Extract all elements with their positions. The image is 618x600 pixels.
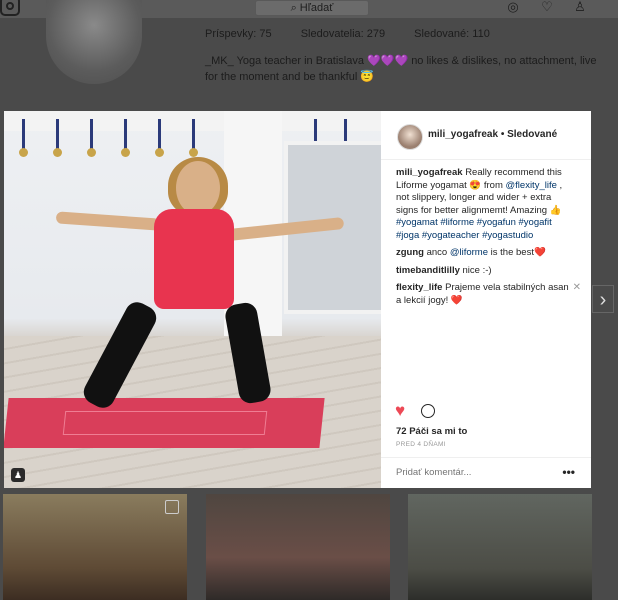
search-input[interactable]: ⌕ Hľadať [255, 0, 369, 16]
search-icon: ⌕ [290, 2, 300, 14]
person-left-arm [55, 211, 161, 231]
comment-item: zgung anco @liforme is the best❤️ [396, 247, 576, 260]
add-comment-input[interactable] [396, 467, 546, 478]
comment-username[interactable]: flexity_life [396, 282, 442, 293]
photo-medal [155, 119, 164, 157]
chevron-right-icon[interactable]: › [592, 285, 614, 313]
followers-count[interactable]: Sledovatelia: 279 [301, 28, 385, 40]
photo-medal [19, 119, 28, 157]
more-options-button[interactable]: ••• [562, 465, 575, 479]
post-photo[interactable]: ♟ [4, 111, 381, 488]
comment-username[interactable]: zgung [396, 247, 424, 258]
comment-text: anco [426, 247, 450, 258]
person-head [176, 161, 220, 215]
grid-post-thumbnail[interactable] [206, 494, 390, 600]
caption: mili_yogafreak Really recommend this Lif… [396, 167, 576, 242]
person-icon[interactable]: ♙ [573, 0, 587, 14]
comment-bubble-icon[interactable] [421, 404, 435, 418]
comment-text: nice :-) [462, 264, 492, 276]
post-date: PRED 4 DŇAMI [396, 441, 446, 448]
profile-stats: Príspevky: 75 Sledovatelia: 279 Sledovan… [205, 28, 516, 40]
comment-text-cont: is the best❤️ [488, 247, 546, 258]
search-placeholder: Hľadať [299, 2, 334, 14]
photo-medal [53, 119, 62, 157]
close-icon[interactable]: ✕ [573, 282, 581, 295]
photo-medal [189, 119, 198, 157]
likes-count[interactable]: 72 Páči sa mi to [396, 426, 467, 437]
grid-post-thumbnail[interactable] [3, 494, 187, 600]
multi-photo-icon [165, 500, 179, 514]
follow-status[interactable]: • Sledované [501, 129, 557, 140]
grid-post-thumbnail[interactable] [408, 494, 592, 600]
instagram-logo-icon[interactable] [0, 0, 20, 16]
caption-hashtags[interactable]: #yogamat #liforme #yogafun #yogafit #jog… [396, 217, 552, 241]
author-avatar[interactable] [397, 124, 423, 150]
person-shirt [154, 209, 234, 309]
profile-avatar[interactable] [46, 0, 142, 84]
comment-composer: ••• [381, 457, 591, 489]
comment-item: timebanditlilly nice :-) [396, 265, 576, 278]
heart-filled-icon[interactable]: ♥ [395, 402, 405, 420]
photo-medal [121, 119, 130, 157]
caption-username[interactable]: mili_yogafreak [396, 167, 463, 178]
post-modal: ♟ mili_yogafreak • Sledované mili_yogafr… [4, 111, 591, 488]
caption-mention[interactable]: @flexity_life [506, 180, 557, 191]
comment-mention[interactable]: @liforme [450, 247, 488, 258]
heart-icon[interactable]: ♡ [540, 0, 554, 14]
following-count[interactable]: Sledované: 110 [414, 28, 490, 40]
comment-item: flexity_life Prajeme vela stabilných asa… [396, 282, 581, 307]
profile-bio: _MK_ Yoga teacher in Bratislava 💜💜💜 no l… [205, 55, 597, 83]
yoga-mat-markings [62, 411, 268, 435]
tagged-user-icon[interactable]: ♟ [11, 468, 25, 482]
compass-icon[interactable]: ◎ [506, 0, 520, 14]
photo-medal [87, 119, 96, 157]
author-username[interactable]: mili_yogafreak [428, 129, 498, 140]
comments-list: mili_yogafreak Really recommend this Lif… [396, 167, 581, 312]
posts-count[interactable]: Príspevky: 75 [205, 28, 272, 40]
comment-username[interactable]: timebanditlilly [396, 265, 460, 276]
post-sidebar: mili_yogafreak • Sledované mili_yogafrea… [381, 111, 591, 488]
post-header: mili_yogafreak • Sledované [381, 111, 591, 160]
